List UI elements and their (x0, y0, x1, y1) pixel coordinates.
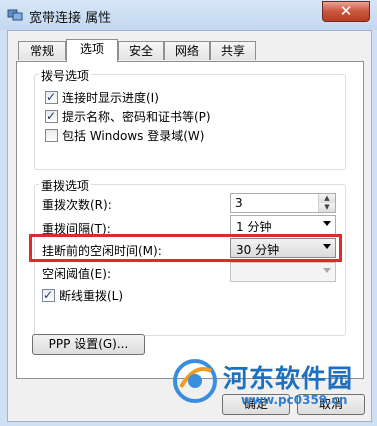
network-connection-icon (7, 9, 23, 21)
check-icon: ✓ (43, 288, 54, 302)
redial-count-label: 重拨次数(R): (42, 198, 112, 212)
check-icon: ✓ (46, 109, 57, 123)
close-icon: ✕ (339, 2, 353, 20)
watermark: 河东软件园 www.pc0359.cn (171, 349, 371, 413)
spin-down-icon[interactable]: ▼ (319, 203, 335, 212)
tab-options[interactable]: 选项 (66, 39, 118, 62)
tab-general[interactable]: 常规 (18, 41, 66, 60)
idle-threshold-label: 空闲阈值(E): (42, 267, 111, 281)
chevron-down-icon (323, 268, 331, 273)
checkbox-box[interactable]: ✓ (45, 90, 58, 104)
tab-security[interactable]: 安全 (118, 41, 164, 60)
checkbox-box[interactable]: ✓ (45, 109, 58, 123)
dial-options-group: 拨号选项 ✓ 连接时显示进度(I) ✓ 提示名称、密码和证书等(P) 包括 Wi… (34, 67, 346, 170)
watermark-text: 河东软件园 (223, 364, 354, 393)
ppp-settings-button[interactable]: PPP 设置(G)... (32, 334, 145, 355)
redial-count-spinner[interactable]: 3 ▲ ▼ (230, 193, 336, 213)
watermark-url: www.pc0359.cn (241, 393, 348, 407)
redial-options-title: 重拨选项 (39, 177, 92, 194)
tab-network[interactable]: 网络 (164, 41, 210, 60)
idle-threshold-select[interactable] (230, 262, 336, 282)
watermark-logo-icon (173, 359, 217, 403)
dial-options-title: 拨号选项 (39, 67, 92, 84)
chevron-down-icon (323, 221, 331, 226)
redial-interval-select[interactable]: 1 分钟 (230, 215, 336, 235)
window-title: 宽带连接 属性 (29, 11, 112, 26)
spinner-buttons: ▲ ▼ (318, 194, 335, 212)
tab-sharing[interactable]: 共享 (210, 41, 256, 60)
checkbox-box[interactable] (45, 129, 58, 142)
title-bar: 宽带连接 属性 ✕ (0, 0, 377, 30)
checkbox-box[interactable]: ✓ (42, 288, 55, 302)
close-button[interactable]: ✕ (322, 1, 370, 22)
highlight-box (29, 234, 342, 262)
check-icon: ✓ (46, 90, 57, 104)
